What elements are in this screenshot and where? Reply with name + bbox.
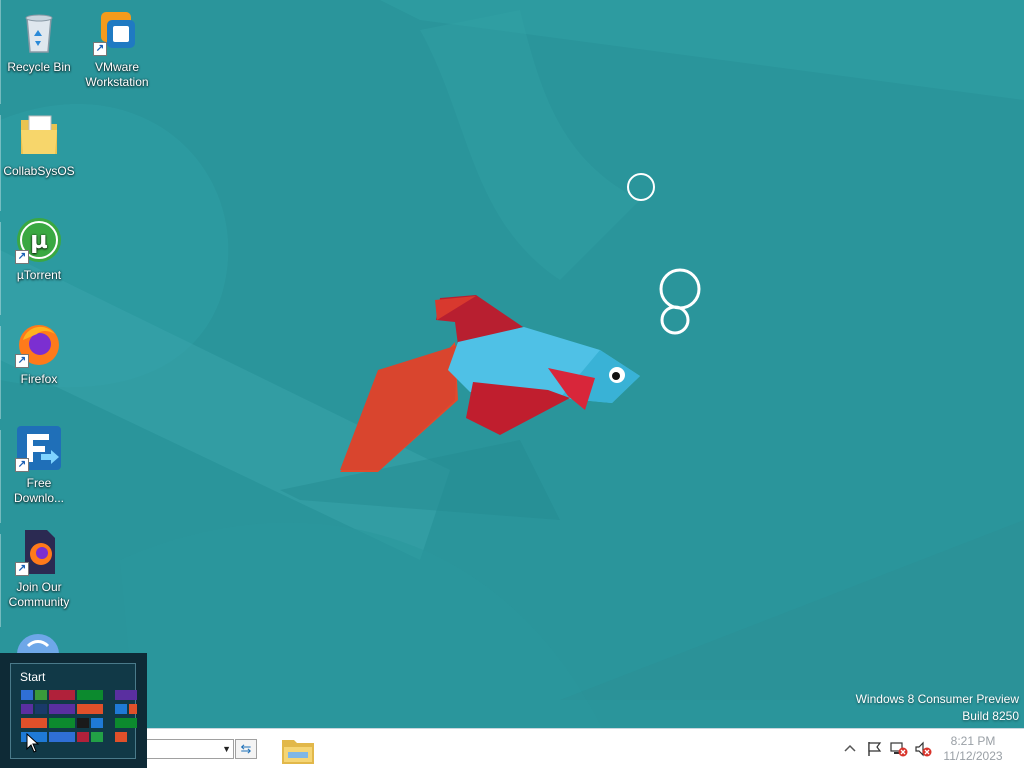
desktop-icon-label: Free bbox=[26, 476, 52, 490]
start-tile bbox=[115, 704, 127, 714]
chevron-down-icon[interactable]: ▼ bbox=[222, 744, 231, 754]
start-tile bbox=[115, 732, 127, 742]
desktop-icon-label: CollabSysOS bbox=[3, 164, 75, 178]
start-tile bbox=[77, 732, 89, 742]
start-tile bbox=[115, 718, 137, 728]
start-screen-thumbnail[interactable]: Start bbox=[0, 653, 147, 768]
desktop-icon-recycle-bin[interactable]: Recycle Bin bbox=[2, 8, 76, 75]
svg-text:µ: µ bbox=[30, 226, 48, 254]
desktop-icon-label: Firefox bbox=[20, 372, 58, 386]
shortcut-arrow-icon: ↗ bbox=[15, 458, 29, 472]
desktop-icon-vmware-workstation[interactable]: ↗ VMware Workstation bbox=[80, 8, 154, 90]
desktop-icon-label: Recycle Bin bbox=[7, 60, 71, 74]
watermark-edition: Windows 8 Consumer Preview bbox=[855, 692, 1019, 706]
start-tile bbox=[91, 732, 103, 742]
address-toolbar-input[interactable]: ▼ bbox=[146, 739, 234, 759]
shortcut-arrow-icon: ↗ bbox=[15, 250, 29, 264]
start-tile bbox=[49, 704, 75, 714]
desktop-icon-firefox[interactable]: ↗ Firefox bbox=[2, 320, 76, 387]
shortcut-arrow-icon: ↗ bbox=[93, 42, 107, 56]
network-error-icon[interactable] bbox=[890, 741, 908, 757]
vmware-icon: ↗ bbox=[93, 8, 141, 56]
start-tile bbox=[35, 704, 47, 714]
wallpaper bbox=[0, 0, 1024, 768]
shortcut-arrow-icon: ↗ bbox=[15, 354, 29, 368]
start-tile bbox=[21, 690, 33, 700]
desktop-icon-label: µTorrent bbox=[16, 268, 62, 282]
start-tile bbox=[49, 732, 75, 742]
go-button[interactable]: ⇆ bbox=[235, 739, 257, 759]
desktop-icon-label: VMware bbox=[94, 60, 139, 74]
speaker-muted-icon[interactable] bbox=[914, 741, 932, 757]
start-tile bbox=[77, 704, 103, 714]
desktop-icon-label: Community bbox=[8, 595, 70, 609]
clock-time: 8:21 PM bbox=[950, 734, 996, 748]
go-arrow-icon: ⇆ bbox=[240, 741, 252, 756]
start-tile bbox=[115, 690, 137, 700]
taskbar: ▼ ⇆ 8:21 PM 11/12/2023 bbox=[0, 728, 1024, 768]
start-tile bbox=[49, 718, 75, 728]
show-hidden-icons-chevron-icon[interactable] bbox=[844, 743, 856, 753]
folder-icon bbox=[282, 740, 314, 764]
firefox-icon: ↗ bbox=[15, 320, 63, 368]
shortcut-arrow-icon: ↗ bbox=[15, 562, 29, 576]
start-tile bbox=[49, 690, 75, 700]
free-download-manager-icon: ↗ bbox=[15, 424, 63, 472]
desktop-icon-label: Downlo... bbox=[13, 491, 65, 505]
firefox-document-icon: ↗ bbox=[15, 528, 63, 576]
desktop-icon-utorrent[interactable]: µ ↗ µTorrent bbox=[2, 216, 76, 283]
folder-icon bbox=[15, 112, 63, 160]
action-center-flag-icon[interactable] bbox=[866, 741, 884, 757]
desktop[interactable]: Recycle Bin ↗ VMware Workstation CollabS… bbox=[0, 0, 1024, 768]
start-label: Start bbox=[20, 670, 46, 684]
desktop-icon-collabsysos[interactable]: CollabSysOS bbox=[2, 112, 76, 179]
watermark-build: Build 8250 bbox=[962, 709, 1019, 723]
start-tile bbox=[77, 718, 89, 728]
desktop-icon-join-our-community[interactable]: ↗ Join Our Community bbox=[2, 528, 76, 610]
start-tile bbox=[21, 704, 33, 714]
start-tile bbox=[129, 704, 137, 714]
start-tile bbox=[21, 718, 47, 728]
start-tile bbox=[35, 690, 47, 700]
windows-version-watermark: Windows 8 Consumer Preview Build 8250 bbox=[856, 691, 1019, 725]
desktop-icon-label: Workstation bbox=[85, 75, 149, 89]
desktop-icon-label: Join Our bbox=[16, 580, 62, 594]
start-tile bbox=[91, 718, 103, 728]
mouse-cursor-icon bbox=[26, 733, 40, 753]
cloud-app-icon bbox=[17, 634, 59, 654]
taskbar-clock[interactable]: 8:21 PM 11/12/2023 bbox=[942, 734, 1004, 764]
start-tile bbox=[77, 690, 103, 700]
recycle-bin-icon bbox=[15, 8, 63, 56]
taskbar-pinned-file-explorer[interactable] bbox=[280, 734, 316, 766]
utorrent-icon: µ ↗ bbox=[15, 216, 63, 264]
clock-date: 11/12/2023 bbox=[943, 749, 1003, 763]
desktop-icon-partial[interactable] bbox=[16, 632, 60, 654]
desktop-icon-free-download-manager[interactable]: ↗ Free Downlo... bbox=[2, 424, 76, 506]
